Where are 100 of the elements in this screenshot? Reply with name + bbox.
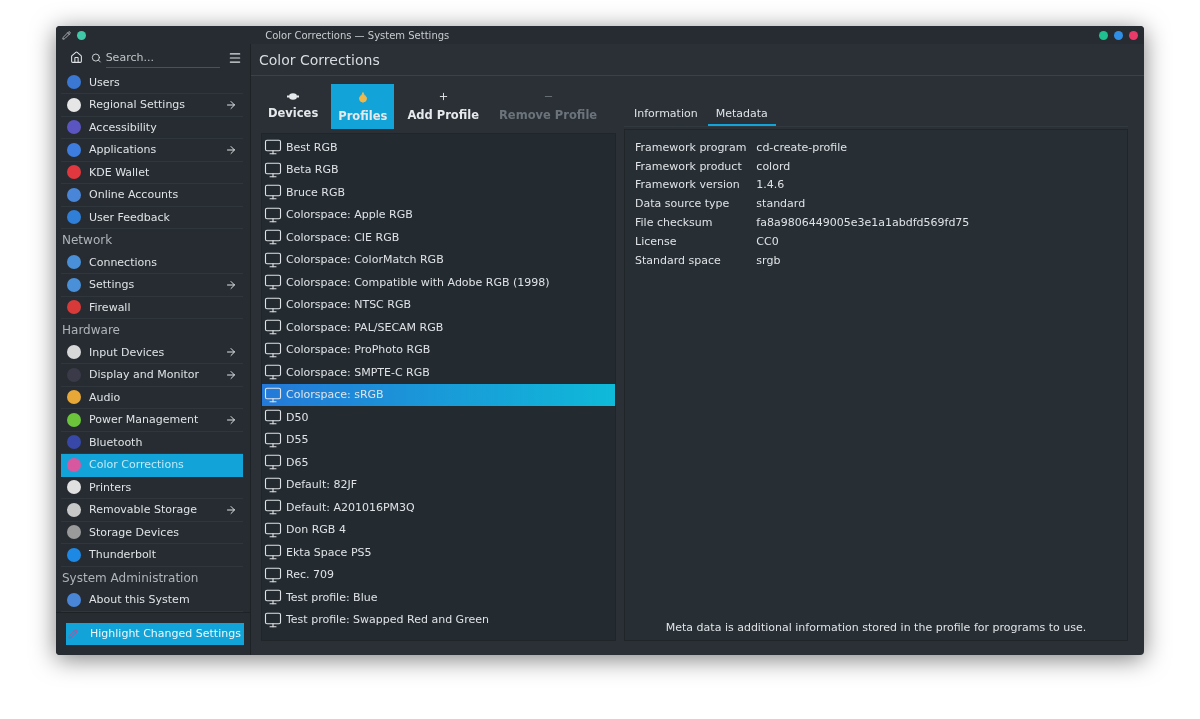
sidebar-item[interactable]: Audio [61, 386, 243, 410]
field-label: Standard space [635, 252, 722, 269]
profile-item[interactable]: Colorspace: ColorMatch RGB [262, 248, 615, 271]
monitor-icon [264, 205, 282, 224]
monitor-icon [264, 340, 282, 359]
sidebar-item[interactable]: User Feedback [61, 206, 243, 230]
monitor-icon [264, 520, 282, 539]
sidebar-item[interactable]: Connections [61, 251, 243, 275]
pencil-icon [68, 628, 78, 639]
search-field[interactable]: Search... [105, 47, 220, 68]
sidebar-item[interactable]: Regional Settings [61, 94, 243, 117]
profile-item[interactable]: Test profile: Blue [262, 586, 615, 609]
monitor-icon [264, 565, 282, 584]
sidebar-item[interactable]: Printers [61, 476, 243, 500]
profile-item[interactable]: Don RGB 4 [262, 518, 615, 541]
field-label: Framework product [635, 158, 743, 175]
sidebar-item[interactable]: Removable Storage [61, 499, 243, 522]
close-button[interactable] [1129, 30, 1138, 40]
devices-icon [287, 93, 300, 100]
sidebar-item[interactable]: Firewall [61, 296, 243, 320]
profile-item[interactable]: D55 [262, 428, 615, 451]
sidebar-label: Storage Devices [89, 525, 180, 539]
monitor-icon [264, 610, 282, 629]
sidebar-item[interactable]: About this System [61, 589, 243, 612]
monitor-icon [264, 318, 282, 337]
field-value: fa8a9806449005e3e1a1abdfd569fd75 [756, 215, 971, 232]
sidebar-item[interactable]: Display and Monitor [61, 364, 243, 387]
sidebar-label: Removable Storage [89, 503, 198, 517]
toolbar-button[interactable]: Add Profile [400, 84, 486, 129]
profile-item[interactable]: Default: 82JF [262, 473, 615, 496]
field-value: standard [756, 196, 807, 213]
tab[interactable]: Information [626, 102, 706, 126]
search-icon [91, 51, 102, 64]
tab[interactable]: Metadata [707, 102, 776, 126]
sidebar-label: Settings [89, 278, 136, 292]
profile-item[interactable]: D50 [262, 406, 615, 429]
profile-item[interactable]: Bruce RGB [262, 181, 615, 204]
sidebar-item[interactable]: Online Accounts [61, 184, 243, 207]
monitor-icon [264, 588, 282, 607]
sidebar-label: Online Accounts [89, 188, 180, 202]
profile-item[interactable]: Beta RGB [262, 158, 615, 181]
profile-item[interactable]: Rec. 709 [262, 563, 615, 586]
section-header: System Administration [61, 569, 200, 587]
sidebar-item[interactable]: Users [61, 71, 243, 95]
sidebar-label: Regional Settings [89, 98, 187, 112]
sidebar-item[interactable]: Applications [61, 139, 243, 162]
profile-item[interactable]: D65 [262, 451, 615, 474]
monitor-icon [264, 160, 282, 179]
field-label: File checksum [635, 215, 714, 232]
window-button[interactable] [77, 30, 86, 40]
monitor-icon [264, 498, 282, 517]
profile-item[interactable]: Colorspace: CIE RGB [262, 226, 615, 249]
profile-item[interactable]: Ekta Space PS5 [262, 541, 615, 564]
sidebar-label: Printers [89, 480, 133, 494]
monitor-icon [264, 363, 282, 382]
monitor-icon [264, 138, 282, 157]
sidebar-label: Power Management [89, 413, 200, 427]
sidebar-label: Input Devices [89, 345, 166, 359]
monitor-icon [264, 385, 282, 404]
sidebar-label: User Feedback [89, 210, 171, 224]
profile-item[interactable]: Default: A201016PM3Q [262, 496, 615, 519]
section-header: Network [61, 232, 114, 250]
field-label: Data source type [635, 196, 731, 213]
profile-item[interactable]: Best RGB [262, 136, 615, 159]
home-icon[interactable] [70, 51, 83, 65]
sidebar-item[interactable]: Storage Devices [61, 521, 243, 545]
monitor-icon [264, 273, 282, 292]
profile-item[interactable]: Colorspace: Apple RGB [262, 203, 615, 226]
monitor-icon [264, 543, 282, 562]
sidebar-item[interactable]: KDE Wallet [61, 161, 243, 185]
sidebar-label: Bluetooth [89, 435, 144, 449]
sidebar-item[interactable]: Power Management [61, 409, 243, 432]
sidebar-label: Thunderbolt [89, 548, 157, 562]
field-label: Framework version [635, 177, 741, 194]
monitor-icon [264, 295, 282, 314]
metadata-note: Meta data is additional information stored in the profile for programs to use. [664, 621, 1088, 634]
profile-item[interactable]: Colorspace: Compatible with Adobe RGB (1998) [262, 271, 615, 294]
monitor-icon [264, 250, 282, 269]
toolbar-button[interactable]: Devices [261, 84, 326, 129]
field-label: License [635, 233, 678, 250]
sidebar-label: Users [89, 75, 121, 89]
sidebar-label: Display and Monitor [89, 368, 201, 382]
profile-item[interactable]: Colorspace: SMPTE-C RGB [262, 361, 615, 384]
sidebar-item[interactable]: Thunderbolt [61, 544, 243, 567]
sidebar-item[interactable]: Accessibility [61, 116, 243, 140]
sidebar-label: About this System [89, 593, 191, 607]
profile-item[interactable]: Colorspace: PAL/SECAM RGB [262, 316, 615, 339]
field-value: CC0 [756, 233, 780, 250]
maximize-button[interactable] [1114, 30, 1123, 40]
sidebar-label: Color Corrections [89, 458, 185, 472]
sidebar-item[interactable]: Input Devices [61, 341, 243, 365]
sidebar-item[interactable]: Settings [61, 274, 243, 297]
plus-icon [437, 91, 449, 102]
profile-item[interactable]: Colorspace: NTSC RGB [262, 293, 615, 316]
profile-item[interactable]: Colorspace: ProPhoto RGB [262, 338, 615, 361]
profile-item[interactable]: Test profile: Swapped Red and Green [262, 608, 615, 631]
minimize-button[interactable] [1099, 30, 1108, 40]
field-value: colord [756, 158, 792, 175]
menu-icon[interactable] [228, 50, 242, 65]
sidebar-label: Audio [89, 390, 122, 404]
